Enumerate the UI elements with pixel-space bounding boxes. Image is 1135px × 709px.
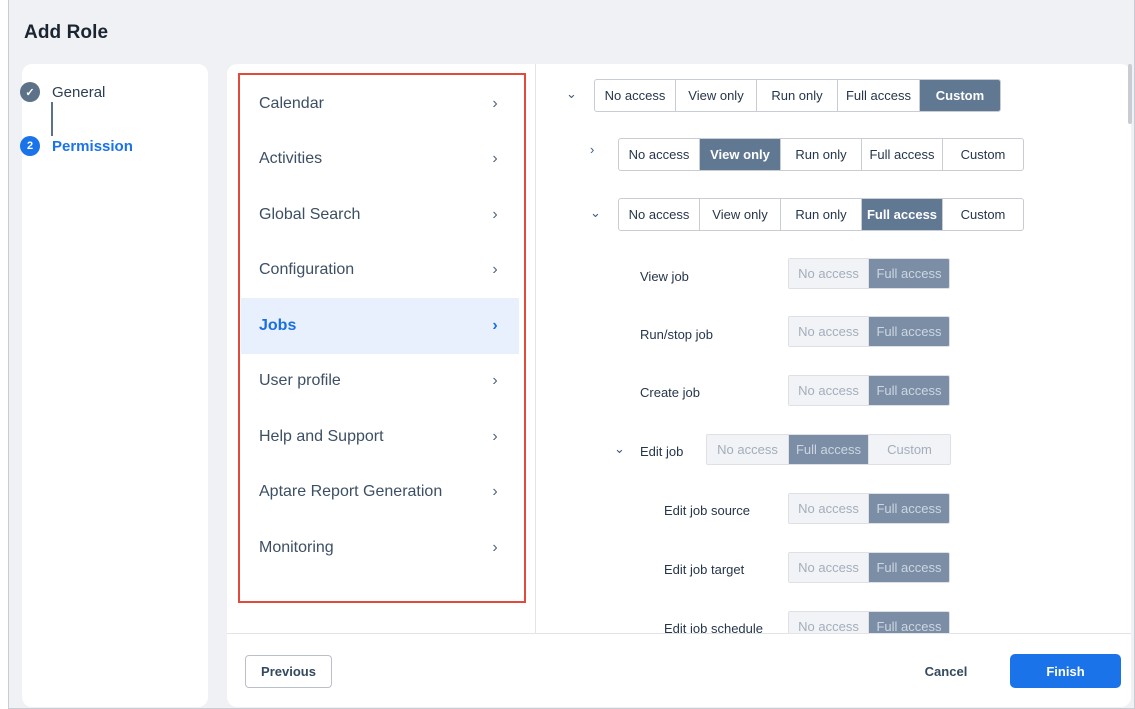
- scrollbar[interactable]: [1128, 64, 1132, 124]
- option-no-access[interactable]: No access: [595, 80, 676, 111]
- chevron-right-icon[interactable]: ›: [590, 142, 594, 157]
- option-custom[interactable]: Custom: [920, 80, 1000, 111]
- option-no-access[interactable]: No access: [789, 612, 869, 633]
- step-permission[interactable]: 2 Permission: [20, 136, 133, 156]
- option-view-only[interactable]: View only: [700, 139, 781, 170]
- option-custom[interactable]: Custom: [869, 435, 950, 464]
- option-full-access[interactable]: Full access: [869, 553, 949, 582]
- category-item-help-and-support[interactable]: Help and Support ›: [241, 409, 519, 465]
- finish-button[interactable]: Finish: [1010, 654, 1121, 688]
- chevron-right-icon: ›: [492, 205, 498, 223]
- access-selector-edit-job-source: No access Full access: [788, 493, 950, 524]
- permission-label-edit-job-target: Edit job target: [664, 562, 745, 577]
- chevron-right-icon: ›: [492, 427, 498, 445]
- access-selector-group-3: No access View only Run only Full access…: [618, 198, 1024, 231]
- check-icon: ✓: [20, 82, 40, 102]
- previous-button[interactable]: Previous: [245, 655, 332, 688]
- category-item-global-search[interactable]: Global Search ›: [241, 187, 519, 243]
- option-no-access[interactable]: No access: [619, 199, 700, 230]
- cancel-button[interactable]: Cancel: [906, 655, 986, 688]
- chevron-down-icon[interactable]: ⌄: [566, 86, 577, 102]
- permission-label-edit-job-source: Edit job source: [664, 503, 750, 518]
- option-full-access[interactable]: Full access: [869, 259, 949, 288]
- chevron-right-icon: ›: [492, 261, 498, 279]
- option-no-access[interactable]: No access: [789, 259, 869, 288]
- category-label: Help and Support: [259, 427, 384, 445]
- option-run-only[interactable]: Run only: [781, 199, 862, 230]
- option-run-only[interactable]: Run only: [757, 80, 838, 111]
- permission-label-view-job: View job: [640, 269, 689, 284]
- permission-label-edit-job-schedule: Edit job schedule: [664, 621, 764, 633]
- category-item-aptare-report-generation[interactable]: Aptare Report Generation ›: [241, 465, 519, 521]
- option-custom[interactable]: Custom: [943, 139, 1023, 170]
- scroll-clip: Edit job schedule No access Full access: [536, 600, 1128, 633]
- option-full-access[interactable]: Full access: [838, 80, 920, 111]
- category-label: Activities: [259, 150, 323, 168]
- chevron-right-icon: ›: [492, 483, 498, 501]
- permission-label-run-stop-job: Run/stop job: [640, 327, 713, 342]
- stepper-panel: [22, 64, 208, 707]
- category-label: Aptare Report Generation: [259, 483, 443, 501]
- permission-label-edit-job: Edit job: [640, 444, 684, 459]
- option-full-access[interactable]: Full access: [869, 317, 949, 346]
- category-label: User profile: [259, 372, 341, 390]
- chevron-right-icon: ›: [492, 150, 498, 168]
- access-selector-run-stop-job: No access Full access: [788, 316, 950, 347]
- access-selector-group-1: No access View only Run only Full access…: [594, 79, 1001, 112]
- option-full-access[interactable]: Full access: [789, 435, 869, 464]
- access-selector-create-job: No access Full access: [788, 375, 950, 406]
- category-label: Global Search: [259, 205, 361, 223]
- chevron-down-icon[interactable]: ⌄: [590, 205, 601, 221]
- chevron-right-icon: ›: [492, 372, 498, 390]
- access-selector-edit-job-schedule: No access Full access: [788, 611, 950, 633]
- access-selector-group-2: No access View only Run only Full access…: [618, 138, 1024, 171]
- category-label: Configuration: [259, 261, 355, 279]
- category-item-configuration[interactable]: Configuration ›: [241, 243, 519, 299]
- access-selector-edit-job: No access Full access Custom: [706, 434, 951, 465]
- category-item-jobs[interactable]: Jobs ›: [241, 298, 519, 354]
- chevron-right-icon: ›: [492, 316, 498, 334]
- step-label: Permission: [52, 137, 133, 155]
- chevron-right-icon: ›: [492, 94, 498, 112]
- dialog-title: Add Role: [24, 22, 109, 43]
- chevron-down-icon[interactable]: ⌄: [614, 441, 625, 457]
- category-item-activities[interactable]: Activities ›: [241, 132, 519, 188]
- option-full-access[interactable]: Full access: [862, 199, 943, 230]
- option-custom[interactable]: Custom: [943, 199, 1023, 230]
- permission-label-create-job: Create job: [640, 385, 700, 400]
- category-label: Jobs: [259, 316, 297, 334]
- stepper-connector: [51, 102, 53, 136]
- category-label: Calendar: [259, 94, 324, 112]
- access-selector-view-job: No access Full access: [788, 258, 950, 289]
- option-no-access[interactable]: No access: [789, 317, 869, 346]
- option-full-access[interactable]: Full access: [862, 139, 943, 170]
- step-label: General: [52, 83, 106, 101]
- category-list: Calendar › Activities › Global Search › Con…: [241, 76, 519, 576]
- category-item-monitoring[interactable]: Monitoring ›: [241, 520, 519, 576]
- access-selector-edit-job-target: No access Full access: [788, 552, 950, 583]
- option-view-only[interactable]: View only: [700, 199, 781, 230]
- option-no-access[interactable]: No access: [707, 435, 789, 464]
- step-general[interactable]: ✓ General: [20, 82, 105, 102]
- chevron-right-icon: ›: [492, 538, 498, 556]
- panel-divider: [535, 64, 536, 634]
- option-run-only[interactable]: Run only: [781, 139, 862, 170]
- option-full-access[interactable]: Full access: [869, 494, 949, 523]
- option-full-access[interactable]: Full access: [869, 376, 949, 405]
- category-item-calendar[interactable]: Calendar ›: [241, 76, 519, 132]
- option-full-access[interactable]: Full access: [869, 612, 949, 633]
- option-no-access[interactable]: No access: [789, 376, 869, 405]
- footer-divider: [227, 633, 1131, 634]
- option-view-only[interactable]: View only: [676, 80, 757, 111]
- step-number-icon: 2: [20, 136, 40, 156]
- option-no-access[interactable]: No access: [789, 553, 869, 582]
- option-no-access[interactable]: No access: [789, 494, 869, 523]
- category-item-user-profile[interactable]: User profile ›: [241, 354, 519, 410]
- option-no-access[interactable]: No access: [619, 139, 700, 170]
- category-label: Monitoring: [259, 538, 334, 556]
